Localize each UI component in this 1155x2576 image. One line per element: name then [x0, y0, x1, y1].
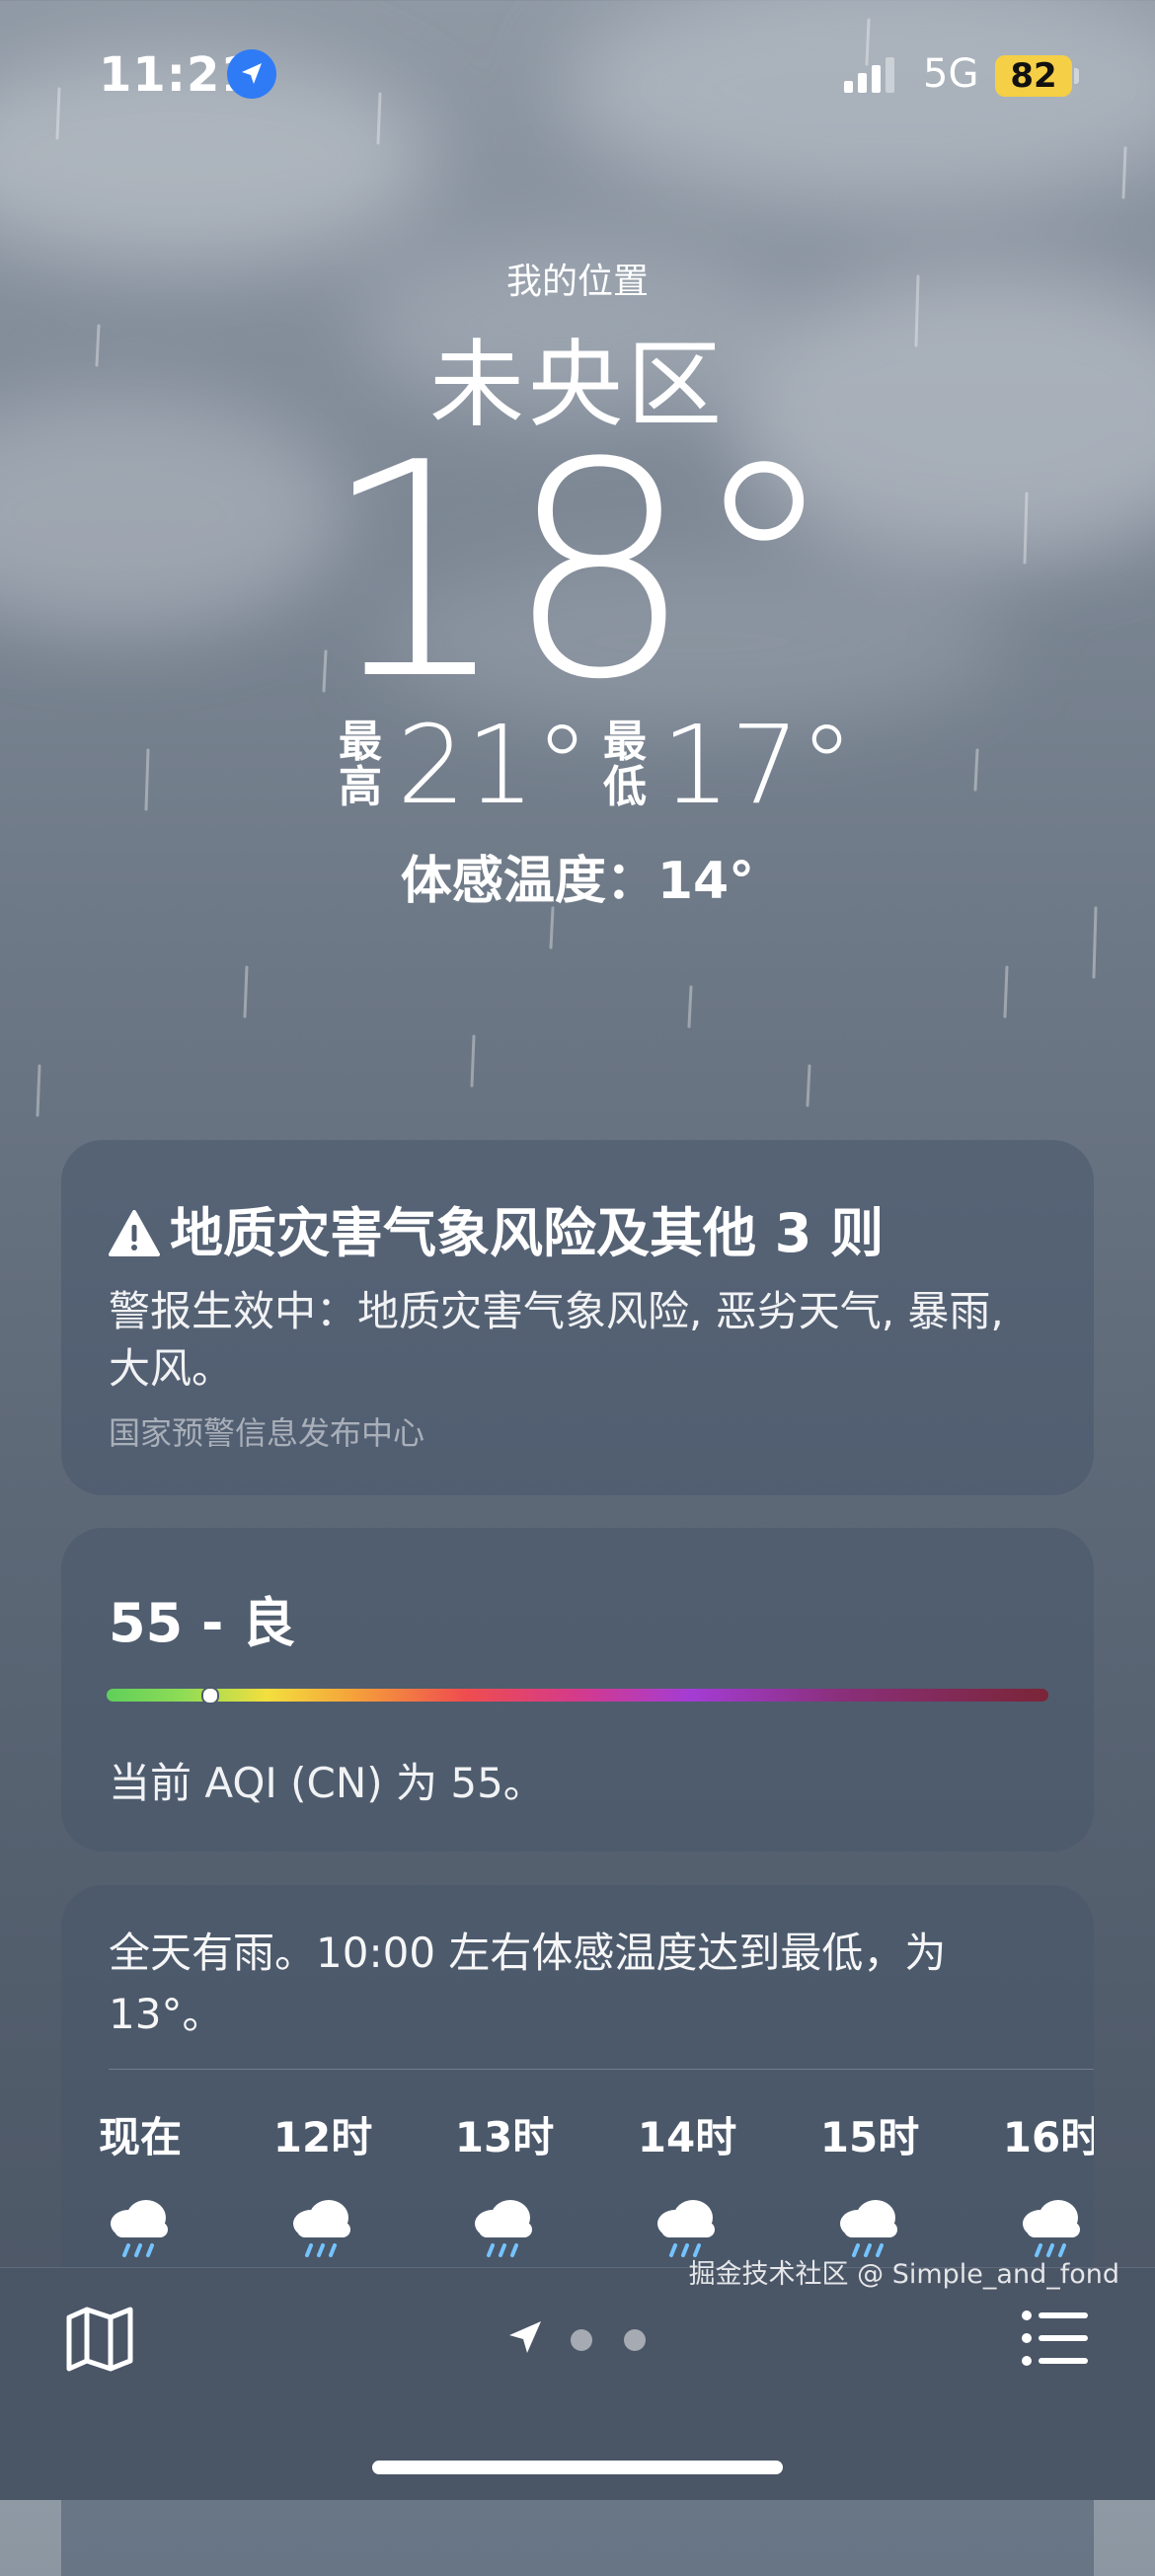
feels-like: 体感温度：14° [400, 852, 755, 911]
alert-title: 地质灾害气象风险及其他 3 则 [170, 1202, 885, 1264]
hour-label: 12时 [272, 2113, 373, 2161]
hour-label: 16时 [1002, 2113, 1094, 2161]
status-bar: 11:21 5G 82 [0, 0, 1155, 148]
current-location-page-icon[interactable] [505, 2317, 545, 2357]
hour-label: 15时 [819, 2113, 920, 2161]
high-low: 最高 21° 最低 17° [0, 706, 1155, 824]
aqi-card[interactable]: 55 - 良 当前 AQI (CN) 为 55。 [61, 1528, 1094, 1852]
current-temperature: 18° [321, 400, 838, 744]
location-arrow-icon [227, 49, 276, 99]
page-dot-3[interactable] [624, 2329, 646, 2351]
home-indicator[interactable] [372, 2461, 783, 2474]
alert-card[interactable]: 地质灾害气象风险及其他 3 则 警报生效中：地质灾害气象风险, 恶劣天气, 暴雨… [61, 1140, 1094, 1495]
battery-tip [1074, 68, 1079, 84]
rain-cloud-icon [293, 2200, 350, 2257]
aqi-scale-bar [107, 1689, 1048, 1702]
page-dot-2[interactable] [571, 2329, 592, 2351]
alert-source: 国家预警信息发布中心 [109, 1414, 425, 1452]
network-label: 5G [923, 51, 979, 97]
alert-text: 警报生效中：地质灾害气象风险, 恶劣天气, 暴雨, 大风。 [109, 1287, 1004, 1393]
location-label: 我的位置 [505, 262, 649, 302]
rain-cloud-icon [475, 2200, 532, 2257]
signal-icon [844, 57, 894, 93]
aqi-value: 55 - 良 [109, 1592, 296, 1654]
hour-label: 14时 [637, 2113, 737, 2161]
aqi-indicator-dot [200, 1687, 219, 1705]
rain-cloud-icon [111, 2200, 168, 2257]
high-label: 最高 [339, 717, 382, 812]
low-label: 最低 [603, 717, 647, 812]
forecast-divider [109, 2069, 1094, 2070]
map-icon[interactable] [65, 2304, 134, 2373]
high-value: 21° [397, 702, 589, 828]
watermark: 掘金技术社区 @ Simple_and_fond [688, 2259, 1119, 2290]
alert-title-row: 地质灾害气象风险及其他 3 则 [109, 1189, 884, 1267]
hour-item: 现在 [71, 2104, 209, 2265]
battery-icon: 82 [995, 55, 1072, 97]
warning-icon [109, 1210, 160, 1256]
aqi-description: 当前 AQI (CN) 为 55。 [109, 1759, 545, 1807]
list-icon[interactable] [1021, 2308, 1090, 2369]
hour-label: 13时 [454, 2113, 555, 2161]
hour-label: 现在 [98, 2113, 182, 2161]
forecast-summary: 全天有雨。10:00 左右体感温度达到最低，为 13°。 [109, 1929, 947, 2038]
low-value: 17° [661, 702, 854, 828]
